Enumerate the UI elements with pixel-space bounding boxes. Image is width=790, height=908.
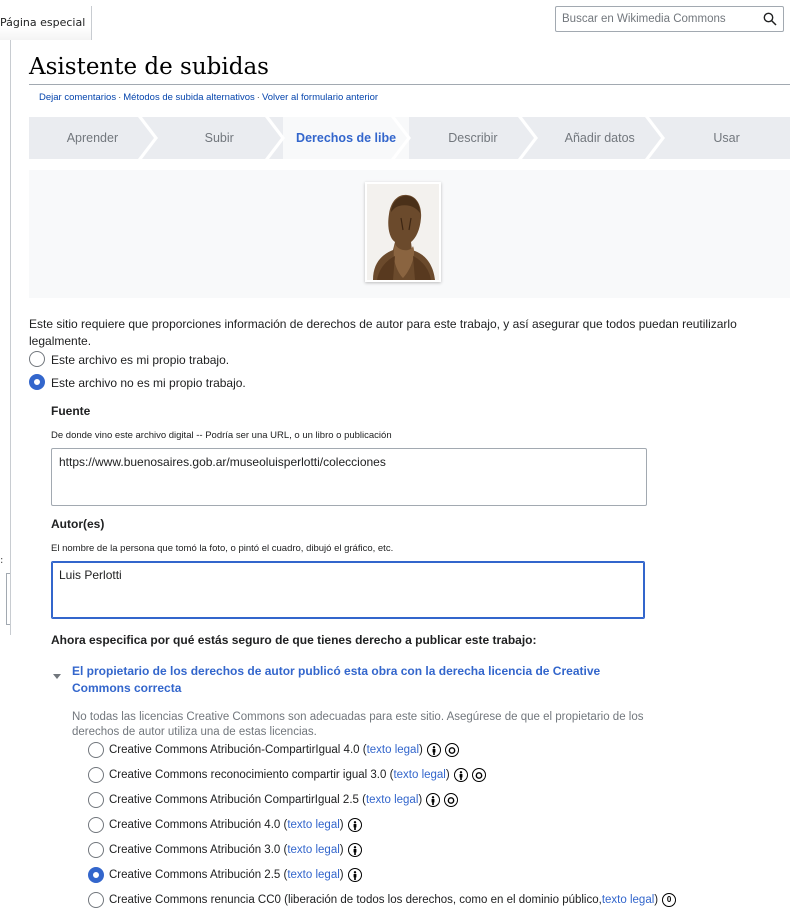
content-left-border: [10, 40, 11, 635]
cc-by-icon: [426, 793, 441, 807]
page-title: Asistente de subidas: [29, 54, 269, 80]
subnav-links: Dejar comentarios · Métodos de subida alte…: [39, 92, 378, 103]
step-use: Usar: [663, 117, 790, 159]
alternative-upload-link[interactable]: Métodos de subida alternativos: [123, 92, 255, 103]
title-divider: [29, 84, 790, 85]
subnav-separator: ·: [256, 92, 260, 103]
special-page-tab[interactable]: Página especial: [0, 6, 93, 40]
top-bar: Página especial: [0, 0, 790, 40]
step-label: Subir: [204, 131, 234, 145]
step-chevron: [137, 117, 158, 159]
wizard-steps: Aprender Subir Derechos de libe Describi…: [29, 117, 790, 159]
license-name[interactable]: Creative Commons Atribución 4.0: [109, 819, 280, 831]
source-label: Fuente: [51, 404, 91, 418]
license-option-cc-by-sa-2-5[interactable]: Creative Commons Atribución CompartirIgu…: [88, 791, 459, 809]
cc-sa-icon: [444, 743, 459, 757]
author-input[interactable]: Luis Perlotti: [51, 561, 645, 619]
cc-zero-icon: 0: [662, 893, 677, 907]
cc-by-icon: [426, 743, 441, 757]
step-label: Derechos de libe: [296, 131, 397, 145]
not-own-work-radio[interactable]: [29, 374, 45, 390]
step-upload: Subir: [155, 117, 285, 159]
bust-sculpture-image: [367, 184, 439, 280]
legal-text-link[interactable]: texto legal: [366, 794, 418, 806]
cc-license-option-toggle[interactable]: El propietario de los derechos de autor …: [72, 663, 612, 697]
license-radio[interactable]: [88, 742, 104, 758]
license-radio[interactable]: [88, 842, 104, 858]
license-radio[interactable]: [88, 767, 104, 783]
legal-text-link[interactable]: texto legal: [393, 769, 445, 781]
source-hint: De donde vino este archivo digital -- Po…: [51, 430, 392, 441]
license-name[interactable]: Creative Commons Atribución 2.5: [109, 869, 280, 881]
search-input[interactable]: [556, 7, 756, 31]
license-name[interactable]: Creative Commons Atribución-CompartirIgu…: [109, 744, 360, 756]
cc-by-icon: [453, 768, 468, 782]
legal-text-link[interactable]: texto legal: [287, 844, 339, 856]
own-work-label[interactable]: Este archivo es mi propio trabajo.: [51, 353, 229, 367]
legal-text-link[interactable]: texto legal: [287, 869, 339, 881]
license-option-cc-by-2-5[interactable]: Creative Commons Atribución 2.5 (texto l…: [88, 866, 362, 884]
back-to-old-form-link[interactable]: Volver al formulario anterior: [262, 92, 378, 103]
license-radio[interactable]: [88, 817, 104, 833]
own-work-radio[interactable]: [29, 351, 45, 367]
rights-intro-text: Este sitio requiere que proporciones inf…: [29, 317, 737, 348]
step-chevron: [391, 117, 412, 159]
author-hint: El nombre de la persona que tomó la foto…: [51, 543, 394, 554]
license-radio-selected[interactable]: [88, 867, 104, 883]
subnav-separator: ·: [118, 92, 122, 103]
license-name[interactable]: Creative Commons Atribución 3.0: [109, 844, 280, 856]
step-chevron: [518, 117, 539, 159]
license-option-cc-by-sa-3[interactable]: Creative Commons reconocimiento comparti…: [88, 766, 486, 784]
step-chevron: [645, 117, 666, 159]
not-own-work-label[interactable]: Este archivo no es mi propio trabajo.: [51, 376, 246, 390]
cc-by-icon: [347, 868, 362, 882]
license-option-cc0[interactable]: Creative Commons renuncia CC0 (liberació…: [88, 891, 677, 908]
file-thumbnail: [365, 182, 441, 282]
license-name[interactable]: Creative Commons renuncia CC0 (liberació…: [109, 894, 602, 906]
license-name[interactable]: Creative Commons reconocimiento comparti…: [109, 769, 386, 781]
source-input[interactable]: https://www.buenosaires.gob.ar/museoluis…: [51, 448, 647, 506]
author-label: Autor(es): [51, 517, 105, 531]
cc-sa-icon: [444, 793, 459, 807]
step-label: Usar: [713, 131, 740, 145]
cc-by-icon: [347, 843, 362, 857]
license-option-cc-by-3[interactable]: Creative Commons Atribución 3.0 (texto l…: [88, 841, 362, 859]
step-describe: Describir: [409, 117, 539, 159]
step-label: Añadir datos: [564, 131, 635, 145]
license-option-cc-by-4[interactable]: Creative Commons Atribución 4.0 (texto l…: [88, 816, 362, 834]
sidebar-fragment-bracket: [6, 573, 10, 625]
cc-sa-icon: [471, 768, 486, 782]
collapse-arrow-icon[interactable]: [53, 672, 61, 680]
license-radio[interactable]: [88, 792, 104, 808]
license-name-tail: ): [654, 894, 659, 906]
legal-text-link[interactable]: texto legal: [367, 744, 419, 756]
step-add-data: Añadir datos: [536, 117, 666, 159]
sidebar-fragment-marker: :: [0, 555, 4, 566]
cc-license-note: No todas las licencias Creative Commons …: [72, 711, 644, 738]
step-release-rights: Derechos de libe: [282, 117, 412, 159]
search-box[interactable]: [555, 6, 784, 32]
step-label: Aprender: [66, 131, 119, 145]
legal-text-link[interactable]: texto legal: [287, 819, 339, 831]
feedback-link[interactable]: Dejar comentarios: [39, 92, 116, 103]
license-option-cc-by-sa-4[interactable]: Creative Commons Atribución-CompartirIgu…: [88, 741, 459, 759]
file-thumbnail-area: [29, 170, 790, 298]
legal-text-link[interactable]: texto legal: [602, 894, 654, 906]
license-radio[interactable]: [88, 892, 104, 908]
rights-question: Ahora especifica por qué estás seguro de…: [51, 633, 537, 647]
step-chevron: [264, 117, 285, 159]
license-name[interactable]: Creative Commons Atribución CompartirIgu…: [109, 794, 359, 806]
cc-by-icon: [347, 818, 362, 832]
step-label: Describir: [448, 131, 498, 145]
step-learn: Aprender: [29, 117, 158, 159]
search-icon[interactable]: [763, 12, 777, 26]
